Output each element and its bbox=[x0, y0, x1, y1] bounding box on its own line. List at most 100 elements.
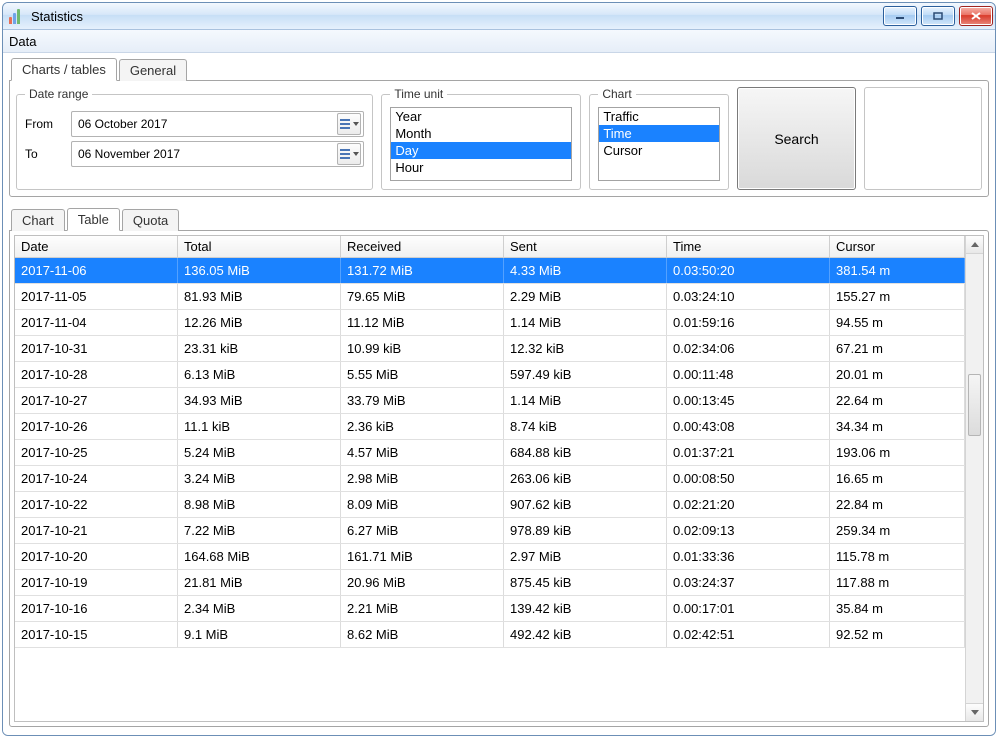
time-unit-option[interactable]: Hour bbox=[391, 159, 571, 176]
table-row[interactable]: 2017-10-1921.81 MiB20.96 MiB875.45 kiB0.… bbox=[15, 570, 965, 596]
table-row[interactable]: 2017-10-20164.68 MiB161.71 MiB2.97 MiB0.… bbox=[15, 544, 965, 570]
table-cell: 79.65 MiB bbox=[341, 284, 504, 309]
table-cell: 2.97 MiB bbox=[504, 544, 667, 569]
table-row[interactable]: 2017-10-2611.1 kiB2.36 kiB8.74 kiB0.00:4… bbox=[15, 414, 965, 440]
scroll-up-button[interactable] bbox=[966, 236, 983, 254]
table-cell: 35.84 m bbox=[830, 596, 965, 621]
tab-charts-tables[interactable]: Charts / tables bbox=[11, 58, 117, 81]
table-cell: 2.34 MiB bbox=[178, 596, 341, 621]
table-cell: 81.93 MiB bbox=[178, 284, 341, 309]
table-row[interactable]: 2017-11-0581.93 MiB79.65 MiB2.29 MiB0.03… bbox=[15, 284, 965, 310]
tab-general[interactable]: General bbox=[119, 59, 187, 81]
blank-panel bbox=[864, 87, 982, 190]
table-row[interactable]: 2017-10-217.22 MiB6.27 MiB978.89 kiB0.02… bbox=[15, 518, 965, 544]
table-row[interactable]: 2017-10-286.13 MiB5.55 MiB597.49 kiB0.00… bbox=[15, 362, 965, 388]
main-tabs: Charts / tables General bbox=[9, 57, 989, 80]
to-calendar-button[interactable] bbox=[337, 143, 361, 165]
time-unit-option[interactable]: Year bbox=[391, 108, 571, 125]
table-cell: 20.01 m bbox=[830, 362, 965, 387]
close-button[interactable] bbox=[959, 6, 993, 26]
subtab-quota[interactable]: Quota bbox=[122, 209, 179, 231]
table-cell: 2017-10-25 bbox=[15, 440, 178, 465]
table-cell: 20.96 MiB bbox=[341, 570, 504, 595]
time-unit-group: Time unit YearMonthDayHour bbox=[381, 87, 581, 190]
table-cell: 2017-10-15 bbox=[15, 622, 178, 647]
column-header[interactable]: Cursor bbox=[830, 236, 965, 257]
table-row[interactable]: 2017-10-243.24 MiB2.98 MiB263.06 kiB0.00… bbox=[15, 466, 965, 492]
table-cell: 12.32 kiB bbox=[504, 336, 667, 361]
column-header[interactable]: Date bbox=[15, 236, 178, 257]
table-cell: 8.74 kiB bbox=[504, 414, 667, 439]
table-row[interactable]: 2017-10-228.98 MiB8.09 MiB907.62 kiB0.02… bbox=[15, 492, 965, 518]
table-cell: 684.88 kiB bbox=[504, 440, 667, 465]
grid-body[interactable]: 2017-11-06136.05 MiB131.72 MiB4.33 MiB0.… bbox=[15, 258, 965, 721]
table-cell: 2017-11-05 bbox=[15, 284, 178, 309]
data-grid[interactable]: DateTotalReceivedSentTimeCursor 2017-11-… bbox=[15, 236, 965, 721]
table-cell: 2.98 MiB bbox=[341, 466, 504, 491]
date-range-legend: Date range bbox=[25, 87, 92, 101]
column-header[interactable]: Received bbox=[341, 236, 504, 257]
menu-data[interactable]: Data bbox=[9, 34, 36, 49]
from-calendar-button[interactable] bbox=[337, 113, 361, 135]
table-cell: 161.71 MiB bbox=[341, 544, 504, 569]
minimize-button[interactable] bbox=[883, 6, 917, 26]
chart-type-listbox[interactable]: TrafficTimeCursor bbox=[598, 107, 720, 181]
table-cell: 131.72 MiB bbox=[341, 258, 504, 283]
table-cell: 139.42 kiB bbox=[504, 596, 667, 621]
column-header[interactable]: Time bbox=[667, 236, 830, 257]
table-row[interactable]: 2017-10-2734.93 MiB33.79 MiB1.14 MiB0.00… bbox=[15, 388, 965, 414]
scroll-thumb[interactable] bbox=[968, 374, 981, 436]
table-cell: 3.24 MiB bbox=[178, 466, 341, 491]
grid-header[interactable]: DateTotalReceivedSentTimeCursor bbox=[15, 236, 965, 258]
table-cell: 2017-10-22 bbox=[15, 492, 178, 517]
chart-type-option[interactable]: Traffic bbox=[599, 108, 719, 125]
scroll-track[interactable] bbox=[966, 254, 983, 703]
table-row[interactable]: 2017-11-0412.26 MiB11.12 MiB1.14 MiB0.01… bbox=[15, 310, 965, 336]
column-header[interactable]: Total bbox=[178, 236, 341, 257]
subtab-chart[interactable]: Chart bbox=[11, 209, 65, 231]
table-row[interactable]: 2017-10-3123.31 kiB10.99 kiB12.32 kiB0.0… bbox=[15, 336, 965, 362]
table-cell: 164.68 MiB bbox=[178, 544, 341, 569]
table-cell: 0.01:59:16 bbox=[667, 310, 830, 335]
table-cell: 0.03:24:10 bbox=[667, 284, 830, 309]
statistics-window: Statistics Data Charts / tables General bbox=[2, 2, 996, 736]
table-cell: 2017-10-20 bbox=[15, 544, 178, 569]
time-unit-listbox[interactable]: YearMonthDayHour bbox=[390, 107, 572, 181]
time-unit-option[interactable]: Day bbox=[391, 142, 571, 159]
menubar: Data bbox=[3, 30, 995, 53]
table-cell: 8.62 MiB bbox=[341, 622, 504, 647]
chart-type-option[interactable]: Cursor bbox=[599, 142, 719, 159]
chevron-down-icon bbox=[353, 122, 359, 126]
titlebar[interactable]: Statistics bbox=[3, 3, 995, 30]
table-cell: 0.00:08:50 bbox=[667, 466, 830, 491]
table-row[interactable]: 2017-10-162.34 MiB2.21 MiB139.42 kiB0.00… bbox=[15, 596, 965, 622]
table-cell: 5.24 MiB bbox=[178, 440, 341, 465]
table-row[interactable]: 2017-10-255.24 MiB4.57 MiB684.88 kiB0.01… bbox=[15, 440, 965, 466]
table-cell: 22.64 m bbox=[830, 388, 965, 413]
search-button[interactable]: Search bbox=[737, 87, 855, 190]
table-cell: 8.98 MiB bbox=[178, 492, 341, 517]
table-cell: 0.00:13:45 bbox=[667, 388, 830, 413]
table-cell: 2017-10-27 bbox=[15, 388, 178, 413]
table-cell: 381.54 m bbox=[830, 258, 965, 283]
time-unit-option[interactable]: Month bbox=[391, 125, 571, 142]
subtab-table[interactable]: Table bbox=[67, 208, 120, 231]
vertical-scrollbar[interactable] bbox=[965, 236, 983, 721]
table-cell: 259.34 m bbox=[830, 518, 965, 543]
scroll-down-button[interactable] bbox=[966, 703, 983, 721]
table-row[interactable]: 2017-10-159.1 MiB8.62 MiB492.42 kiB0.02:… bbox=[15, 622, 965, 648]
table-cell: 94.55 m bbox=[830, 310, 965, 335]
table-row[interactable]: 2017-11-06136.05 MiB131.72 MiB4.33 MiB0.… bbox=[15, 258, 965, 284]
from-date-picker[interactable]: 06 October 2017 bbox=[71, 111, 364, 137]
table-cell: 12.26 MiB bbox=[178, 310, 341, 335]
table-cell: 875.45 kiB bbox=[504, 570, 667, 595]
to-label: To bbox=[25, 147, 61, 161]
table-cell: 2017-10-26 bbox=[15, 414, 178, 439]
to-date-picker[interactable]: 06 November 2017 bbox=[71, 141, 364, 167]
chart-type-option[interactable]: Time bbox=[599, 125, 719, 142]
table-cell: 1.14 MiB bbox=[504, 310, 667, 335]
table-cell: 2017-10-19 bbox=[15, 570, 178, 595]
column-header[interactable]: Sent bbox=[504, 236, 667, 257]
table-cell: 2017-10-31 bbox=[15, 336, 178, 361]
maximize-button[interactable] bbox=[921, 6, 955, 26]
